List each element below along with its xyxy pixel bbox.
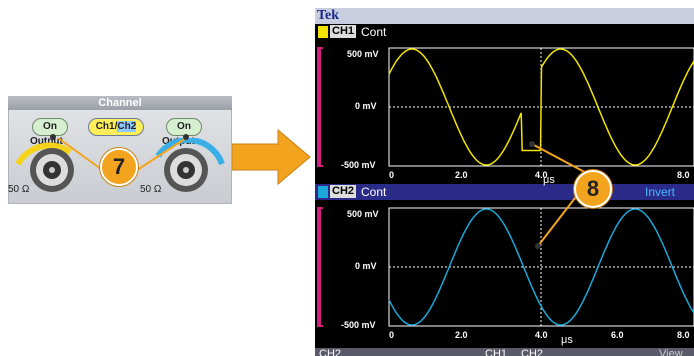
bottom-ch2-tab[interactable]: CH2 bbox=[319, 348, 341, 356]
channel-panel-title: Channel bbox=[8, 96, 232, 110]
ch2-bnc-connector-pin bbox=[183, 167, 189, 173]
ch2-x-tick-1: 2.0 bbox=[455, 330, 468, 340]
oscilloscope-screen: Tek CH1 Cont CH2 Cont Invert 500 mV 0 mV… bbox=[315, 8, 694, 356]
ch1-x-tick-1: 2.0 bbox=[455, 170, 468, 180]
ch2-y-mid-label: 0 mV bbox=[355, 261, 377, 271]
ch1-output-on-button[interactable]: On bbox=[32, 118, 68, 136]
callout-dot-right-a bbox=[529, 141, 535, 147]
ch2-x-tick-4: 8.0 bbox=[677, 330, 690, 340]
ch2-badge: CH2 bbox=[330, 185, 357, 198]
ohm-right-label: 50 Ω bbox=[140, 184, 162, 195]
callout-badge-7: 7 bbox=[100, 148, 138, 186]
ch1-bnc-connector-pin bbox=[49, 167, 55, 173]
ch1-badge: CH1 bbox=[330, 25, 357, 38]
ch1-mode: Cont bbox=[361, 25, 387, 39]
ch2-x-tick-2: 4.0 bbox=[535, 330, 548, 340]
ohm-left-label: 50 Ω bbox=[8, 184, 30, 195]
ch2-x-tick-3: 6.0 bbox=[611, 330, 624, 340]
ch1-y-top-label: 500 mV bbox=[347, 49, 379, 59]
callout-dot-right-b bbox=[535, 243, 541, 249]
ch2-y-top-label: 500 mV bbox=[347, 209, 379, 219]
bottom-function-bar: CH2 CH1 CH2 View bbox=[315, 348, 694, 356]
ch2-label: Ch2 bbox=[117, 121, 137, 132]
ch2-y-bot-label: -500 mV bbox=[341, 320, 376, 330]
ch1-x-tick-3: 8.0 bbox=[677, 170, 690, 180]
bottom-ch2-tab-2[interactable]: CH2 bbox=[521, 348, 543, 356]
callout-dot-left-b bbox=[183, 134, 189, 140]
callout-dot-left-a bbox=[50, 134, 56, 140]
ch1-y-mid-label: 0 mV bbox=[355, 101, 377, 111]
right-arrow-icon bbox=[232, 128, 311, 186]
ch1-level-bar bbox=[317, 48, 321, 166]
brand-logo: Tek bbox=[317, 8, 340, 23]
callout-badge-8: 8 bbox=[574, 170, 612, 208]
callout-line-right-a bbox=[531, 143, 593, 177]
bottom-view-tab[interactable]: View bbox=[659, 348, 683, 356]
ch1-color-swatch bbox=[318, 26, 328, 38]
ch2-x-tick-0: 0 bbox=[389, 330, 395, 340]
ch1-label: Ch1 bbox=[95, 121, 115, 132]
ch2-level-bar bbox=[317, 208, 321, 326]
ch2-x-unit: μs bbox=[561, 334, 573, 346]
ch2-header: CH2 Cont Invert bbox=[315, 184, 694, 200]
bottom-ch1-tab[interactable]: CH1 bbox=[485, 348, 507, 356]
channel-select-button[interactable]: Ch1/Ch2 bbox=[88, 118, 144, 136]
ch1-y-bot-label: -500 mV bbox=[341, 160, 376, 170]
ch2-mode: Cont bbox=[361, 185, 387, 199]
ch1-header: CH1 Cont bbox=[315, 24, 694, 40]
screen-titlebar bbox=[315, 8, 694, 24]
ch1-x-tick-0: 0 bbox=[389, 170, 395, 180]
ch2-invert-status: Invert bbox=[645, 185, 676, 199]
ch2-color-swatch bbox=[318, 186, 328, 198]
